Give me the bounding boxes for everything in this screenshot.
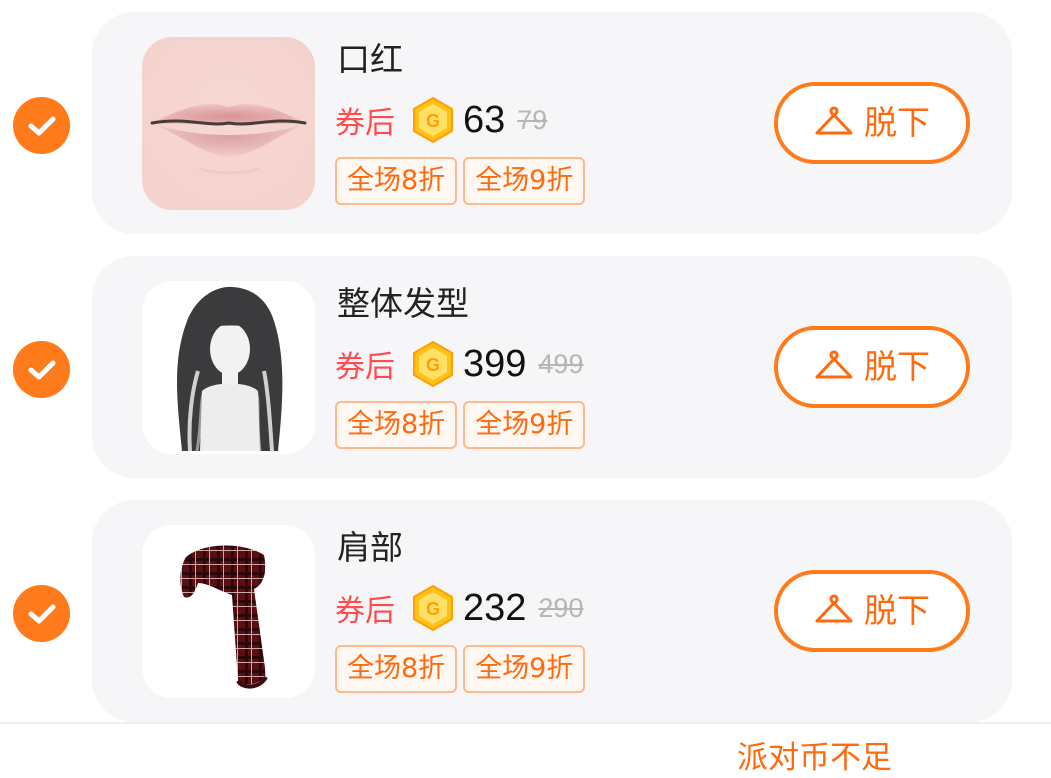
take-off-label: 脱下 [864, 103, 930, 142]
discount-tags: 全场8折 全场9折 [335, 157, 586, 205]
take-off-button[interactable]: 脱下 [774, 326, 970, 408]
svg-text:G: G [426, 111, 440, 131]
hanger-icon [815, 350, 853, 379]
cart-item-lipstick: 口红 券后 G 63 79 全场8折 全场9折 脱下 [0, 12, 1051, 234]
item-name: 整体发型 [337, 284, 469, 323]
check-icon [28, 604, 55, 623]
current-price: 232 [463, 586, 527, 629]
discount-tag: 全场9折 [463, 401, 586, 449]
item-card: 口红 券后 G 63 79 全场8折 全场9折 脱下 [92, 12, 1012, 234]
hanger-icon [815, 594, 853, 623]
footer-divider [0, 722, 1051, 724]
discount-tags: 全场8折 全场9折 [335, 401, 586, 449]
svg-text:G: G [426, 599, 440, 619]
hairstyle-thumbnail [142, 281, 315, 454]
item-card: 肩部 券后 G 232 290 全场8折 全场9折 脱下 [92, 500, 1012, 722]
current-price: 63 [463, 98, 506, 141]
current-price: 399 [463, 342, 527, 385]
cart-item-hairstyle: 整体发型 券后 G 399 499 全场8折 全场9折 脱下 [0, 256, 1051, 478]
take-off-button[interactable]: 脱下 [774, 570, 970, 652]
selected-check-icon[interactable] [13, 97, 70, 154]
price-row: 券后 G 399 499 [335, 339, 583, 389]
svg-text:G: G [426, 355, 440, 375]
discount-tag: 全场9折 [463, 157, 586, 205]
take-off-button[interactable]: 脱下 [774, 82, 970, 164]
discount-tag: 全场9折 [463, 645, 586, 693]
after-coupon-label: 券后 [335, 350, 395, 385]
lips-image [142, 37, 315, 210]
check-icon [28, 360, 55, 379]
discount-tag: 全场8折 [335, 401, 458, 449]
item-name: 肩部 [337, 528, 403, 567]
shoulder-thumbnail [142, 525, 315, 698]
cart-item-shoulder: 肩部 券后 G 232 290 全场8折 全场9折 脱下 [0, 500, 1051, 722]
price-row: 券后 G 63 79 [335, 95, 547, 145]
after-coupon-label: 券后 [335, 106, 395, 141]
discount-tags: 全场8折 全场9折 [335, 645, 586, 693]
discount-tag: 全场8折 [335, 157, 458, 205]
selected-check-icon[interactable] [13, 341, 70, 398]
insufficient-coins-text: 派对币不足 [737, 740, 892, 776]
coin-icon: G [413, 584, 453, 632]
after-coupon-label: 券后 [335, 594, 395, 629]
original-price: 290 [538, 592, 584, 623]
check-icon [28, 116, 55, 135]
item-name: 口红 [337, 40, 403, 79]
discount-tag: 全场8折 [335, 645, 458, 693]
take-off-label: 脱下 [864, 347, 930, 386]
hairstyle-image [142, 281, 315, 454]
hanger-icon [815, 106, 853, 135]
original-price: 79 [517, 104, 548, 135]
plaid-scarf-image [142, 525, 315, 698]
price-row: 券后 G 232 290 [335, 583, 583, 633]
lipstick-thumbnail [142, 37, 315, 210]
item-card: 整体发型 券后 G 399 499 全场8折 全场9折 脱下 [92, 256, 1012, 478]
coin-icon: G [413, 96, 453, 144]
take-off-label: 脱下 [864, 591, 930, 630]
selected-check-icon[interactable] [13, 585, 70, 642]
coin-icon: G [413, 340, 453, 388]
original-price: 499 [538, 348, 584, 379]
